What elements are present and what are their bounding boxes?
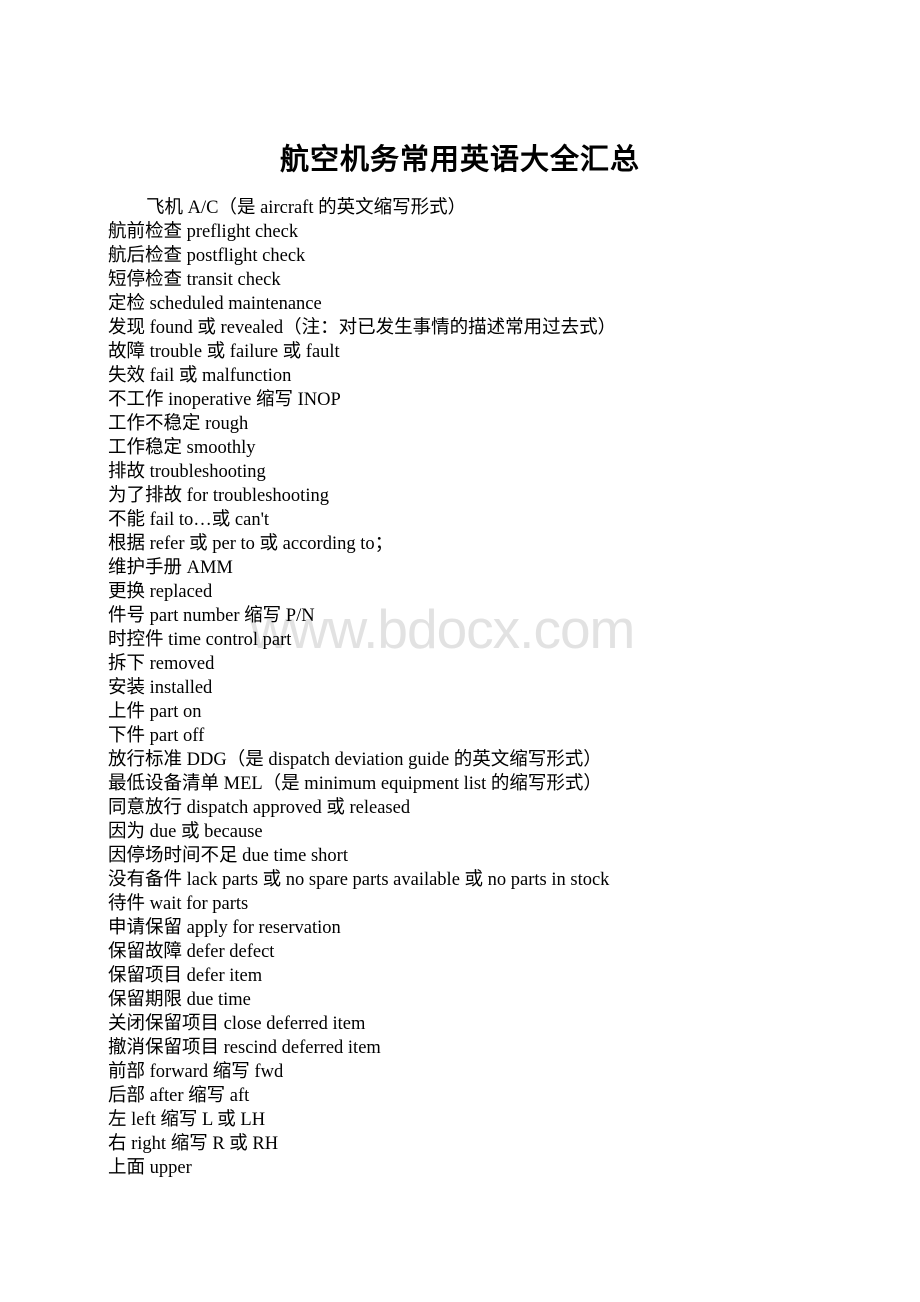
glossary-line: 安装 installed bbox=[108, 678, 213, 698]
glossary-line: 关闭保留项目 close deferred item bbox=[108, 1014, 366, 1034]
glossary-line: 没有备件 lack parts 或 no spare parts availab… bbox=[108, 870, 610, 890]
glossary-line: 航前检查 preflight check bbox=[108, 222, 299, 242]
glossary-line: 不能 fail to…或 can't bbox=[108, 510, 270, 530]
glossary-line: 因为 due 或 because bbox=[108, 822, 263, 842]
page-title: 航空机务常用英语大全汇总 bbox=[279, 144, 640, 176]
glossary-line: 因停场时间不足 due time short bbox=[108, 846, 348, 866]
glossary-line: 失效 fail 或 malfunction bbox=[108, 366, 292, 386]
glossary-line: 拆下 removed bbox=[108, 654, 215, 674]
glossary-line: 最低设备清单 MEL（是 minimum equipment list 的缩写形… bbox=[108, 774, 602, 794]
glossary-line: 保留故障 defer defect bbox=[108, 942, 275, 962]
glossary-line: 排故 troubleshooting bbox=[108, 462, 266, 482]
glossary-line: 同意放行 dispatch approved 或 released bbox=[108, 798, 411, 818]
glossary-line: 工作不稳定 rough bbox=[108, 414, 249, 434]
glossary-line: 上面 upper bbox=[108, 1158, 192, 1178]
glossary-line: 故障 trouble 或 failure 或 fault bbox=[108, 342, 340, 362]
glossary-line: 飞机 A/C（是 aircraft 的英文缩写形式） bbox=[146, 198, 467, 218]
glossary-line: 根据 refer 或 per to 或 according to； bbox=[108, 534, 394, 554]
glossary-line: 待件 wait for parts bbox=[108, 894, 249, 914]
glossary-line: 更换 replaced bbox=[108, 582, 213, 602]
document-page: www.bdocx.com 航空机务常用英语大全汇总 飞机 A/C（是 airc… bbox=[0, 0, 920, 1302]
glossary-line: 后部 after 缩写 aft bbox=[108, 1086, 250, 1106]
glossary-line: 时控件 time control part bbox=[108, 630, 292, 650]
glossary-line: 件号 part number 缩写 P/N bbox=[108, 606, 315, 626]
glossary-line: 保留项目 defer item bbox=[108, 966, 263, 986]
glossary-line: 为了排故 for troubleshooting bbox=[108, 486, 329, 506]
glossary-line: 维护手册 AMM bbox=[108, 558, 233, 578]
glossary-line: 下件 part off bbox=[108, 726, 205, 746]
glossary-list: 飞机 A/C（是 aircraft 的英文缩写形式） 航前检查 preflight… bbox=[108, 196, 898, 1180]
glossary-line: 工作稳定 smoothly bbox=[108, 438, 256, 458]
glossary-line: 放行标准 DDG（是 dispatch deviation guide 的英文缩… bbox=[108, 750, 602, 770]
glossary-line: 上件 part on bbox=[108, 702, 202, 722]
glossary-line: 短停检查 transit check bbox=[108, 270, 281, 290]
glossary-line: 前部 forward 缩写 fwd bbox=[108, 1062, 284, 1082]
glossary-line: 发现 found 或 revealed（注：对已发生事情的描述常用过去式） bbox=[108, 318, 617, 338]
glossary-line: 申请保留 apply for reservation bbox=[108, 918, 341, 938]
glossary-line: 右 right 缩写 R 或 RH bbox=[108, 1134, 279, 1154]
glossary-line: 航后检查 postflight check bbox=[108, 246, 306, 266]
glossary-line: 保留期限 due time bbox=[108, 990, 251, 1010]
glossary-line: 定检 scheduled maintenance bbox=[108, 294, 322, 314]
glossary-line: 撤消保留项目 rescind deferred item bbox=[108, 1038, 381, 1058]
glossary-line: 不工作 inoperative 缩写 INOP bbox=[108, 390, 341, 410]
glossary-line: 左 left 缩写 L 或 LH bbox=[108, 1110, 266, 1130]
